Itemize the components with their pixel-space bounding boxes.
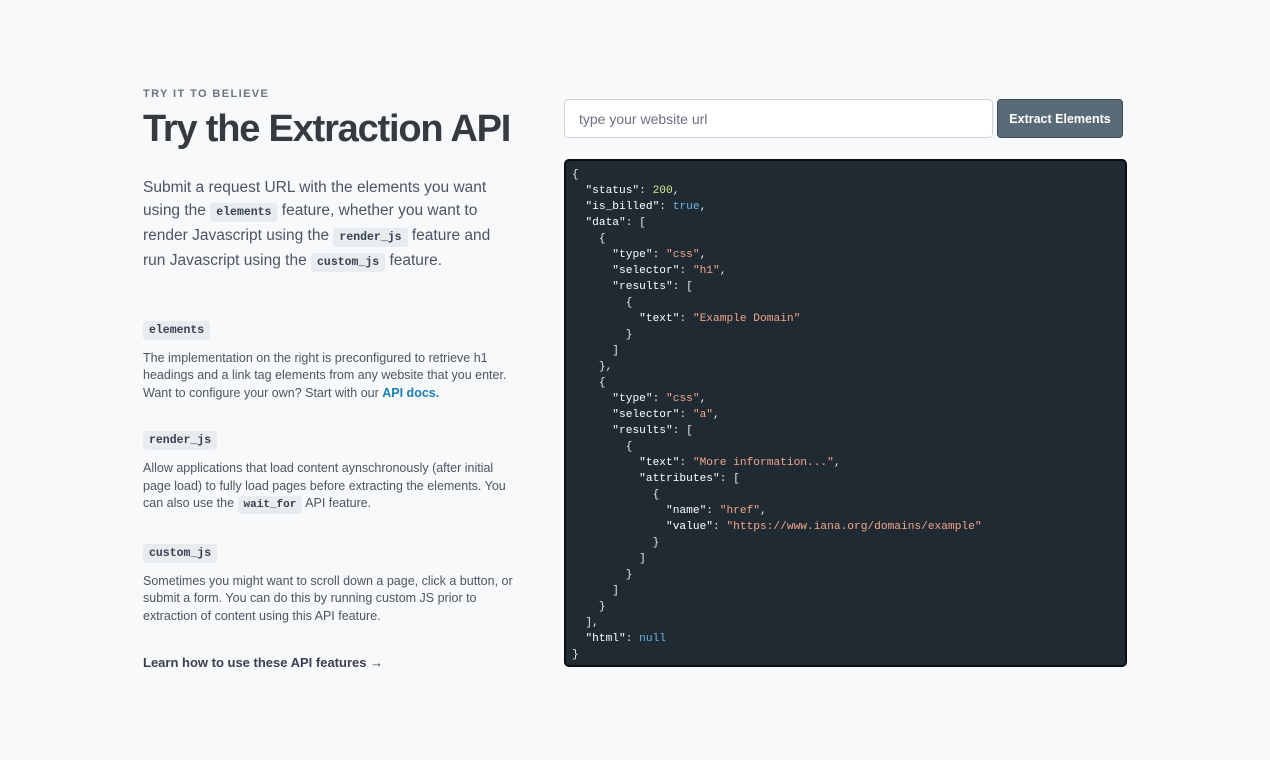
wait-for-code: wait_for [237, 496, 303, 515]
lead-code-render-js: render_js [333, 227, 408, 247]
feature-tag-elements: elements [143, 320, 211, 340]
feature-text: The implementation on the right is preco… [143, 350, 507, 400]
learn-features-link[interactable]: Learn how to use these API features → [143, 655, 383, 670]
json-response-code: { "status": 200, "is_billed": true, "dat… [572, 169, 982, 661]
website-url-input[interactable] [564, 99, 993, 138]
json-response-panel: { "status": 200, "is_billed": true, "dat… [564, 159, 1127, 667]
page-title: Try the Extraction API [143, 108, 511, 150]
feature-text: Sometimes you might want to scroll down … [143, 573, 513, 623]
feature-render-js: render_js Allow applications that load c… [143, 430, 513, 515]
feature-description: The implementation on the right is preco… [143, 350, 513, 403]
feature-custom-js: custom_js Sometimes you might want to sc… [143, 543, 513, 626]
api-docs-link[interactable]: API docs. [382, 386, 439, 400]
lead-paragraph: Submit a request URL with the elements y… [143, 176, 513, 274]
extract-elements-button[interactable]: Extract Elements [997, 99, 1123, 138]
eyebrow-label: TRY IT TO BELIEVE [143, 88, 270, 100]
feature-description: Sometimes you might want to scroll down … [143, 573, 513, 626]
lead-code-elements: elements [210, 202, 278, 222]
lead-code-custom-js: custom_js [311, 252, 386, 272]
feature-tag-custom-js: custom_js [143, 543, 218, 563]
feature-description: Allow applications that load content ayn… [143, 460, 513, 515]
feature-elements: elements The implementation on the right… [143, 320, 513, 403]
intro-section: TRY IT TO BELIEVE Try the Extraction API… [143, 88, 513, 672]
lead-text-4: feature. [389, 251, 443, 269]
feature-tag-render-js: render_js [143, 431, 218, 451]
feature-text-after: API feature. [305, 496, 372, 511]
